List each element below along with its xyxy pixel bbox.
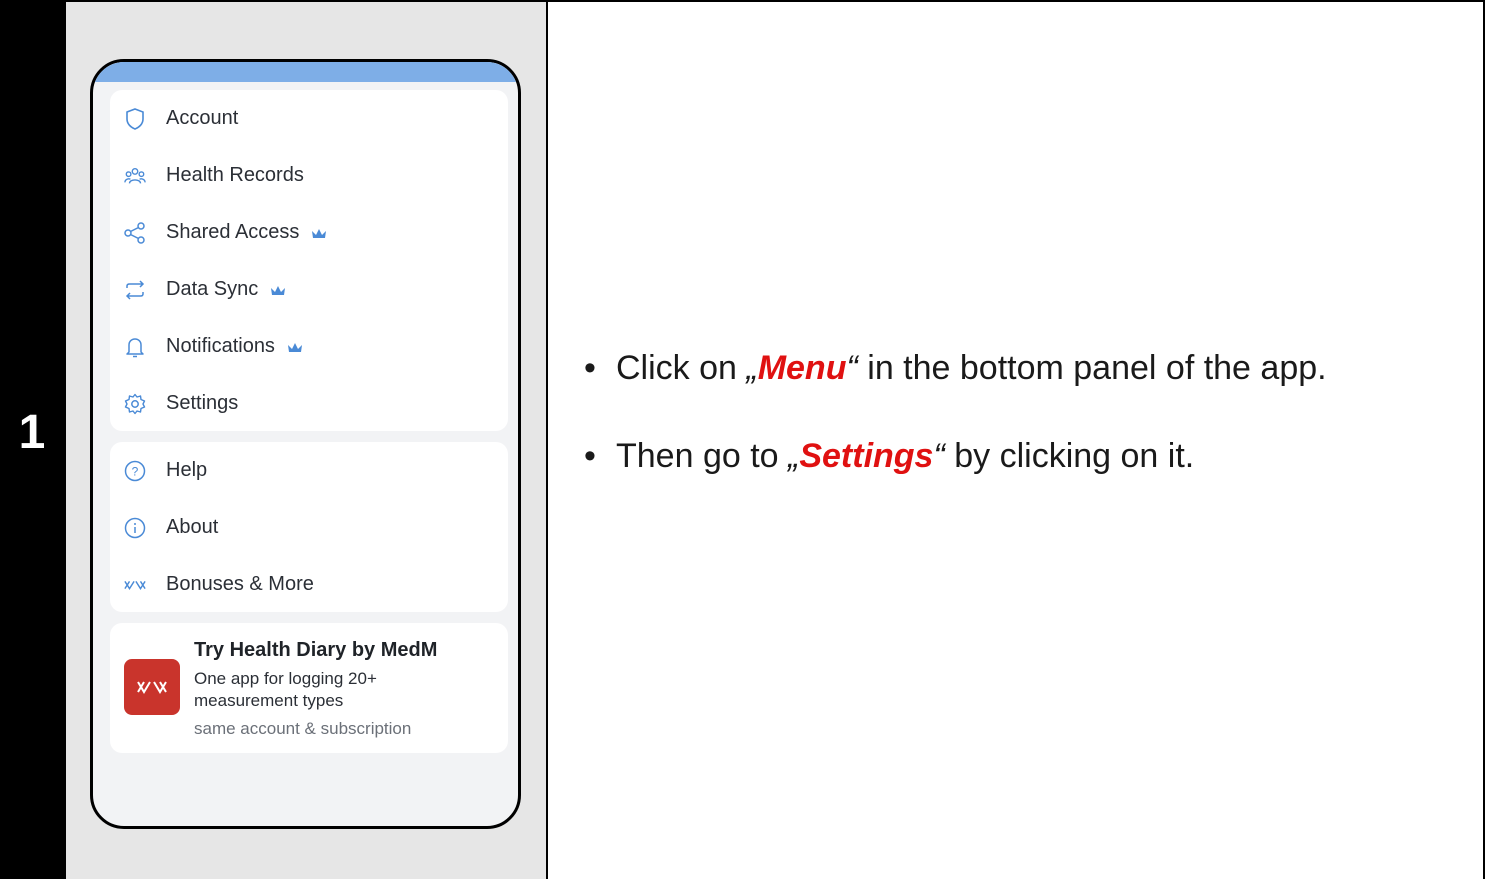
menu-item-label: Notifications [166, 335, 275, 357]
instruction-bullet-2: • Then go to „Settings“ by clicking on it… [584, 437, 1195, 475]
info-icon [124, 517, 146, 539]
promo-card[interactable]: Try Health Diary by MedM One app for log… [110, 623, 508, 753]
premium-crown-icon [287, 341, 303, 353]
promo-title: Try Health Diary by MedM [194, 639, 438, 661]
menu-item-data-sync[interactable]: Data Sync [110, 261, 508, 318]
menu-item-label: Health Records [166, 164, 304, 186]
sync-icon [124, 279, 146, 301]
share-icon [124, 221, 146, 244]
menu-item-label: Bonuses & More [166, 573, 314, 595]
menu-item-help[interactable]: ? Help [110, 442, 508, 499]
menu-item-label: Account [166, 107, 239, 129]
menu-item-about[interactable]: About [110, 499, 508, 556]
instructions-list: • Click on „Menu“ in the bottom panel of … [584, 345, 1444, 521]
svg-text:?: ? [132, 464, 139, 478]
help-icon: ? [124, 460, 146, 482]
menu-card-main: Account Health Records Shared Access Dat… [110, 90, 508, 431]
premium-crown-icon [311, 227, 327, 239]
premium-crown-icon [270, 284, 286, 296]
step-column: 1 [0, 0, 64, 879]
menu-item-settings[interactable]: Settings [110, 375, 508, 432]
promo-description-line2: measurement types [194, 691, 344, 710]
menu-card-secondary: ? Help About Bonuses & More [110, 442, 508, 612]
promo-description-line1: One app for logging 20+ [194, 669, 377, 688]
menu-item-notifications[interactable]: Notifications [110, 318, 508, 375]
menu-item-account[interactable]: Account [110, 90, 508, 147]
people-icon [124, 165, 146, 187]
promo-subtext: same account & subscription [194, 719, 412, 738]
app-header-bar [93, 62, 518, 82]
menu-item-label: About [166, 516, 219, 538]
phone-mockup: Account Health Records Shared Access Dat… [90, 59, 521, 829]
gear-icon [124, 393, 146, 415]
menu-item-shared-access[interactable]: Shared Access [110, 204, 508, 261]
shield-icon [124, 107, 146, 130]
medm-logo-icon [124, 574, 146, 596]
menu-item-label: Help [166, 459, 208, 481]
instruction-bullet-1: • Click on „Menu“ in the bottom panel of … [584, 349, 1327, 387]
menu-item-label: Settings [166, 392, 239, 414]
step-number: 1 [18, 406, 46, 459]
highlight-settings: Settings [799, 437, 934, 475]
highlight-menu: Menu [757, 349, 847, 387]
menu-item-bonuses[interactable]: Bonuses & More [110, 556, 508, 613]
menu-item-label: Shared Access [166, 221, 300, 243]
menu-item-label: Data Sync [166, 278, 259, 300]
health-diary-app-icon [124, 659, 180, 715]
bell-icon [124, 336, 146, 358]
menu-item-health-records[interactable]: Health Records [110, 147, 508, 204]
